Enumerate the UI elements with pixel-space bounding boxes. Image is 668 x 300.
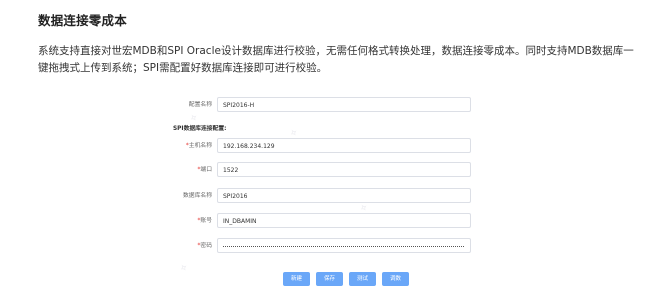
password-row: *密码: [160, 238, 490, 254]
account-label: *账号: [197, 218, 212, 224]
port-label: *端口: [197, 167, 212, 173]
page-title: 数据连接零成本: [38, 13, 127, 28]
port-row: *端口 1522: [160, 162, 490, 178]
test-button[interactable]: 测试: [349, 272, 376, 286]
config-name-row: 配置名称 SPI2016-H: [160, 97, 490, 113]
new-button[interactable]: 新建: [283, 272, 310, 286]
connection-config-panel: ✧ ✧ ✧ ✧ ✧ ✧ ✧ 配置名称 SPI2016-H SPI数据库连接配置:…: [160, 93, 490, 295]
account-input[interactable]: IN_DBAMIN: [217, 213, 471, 228]
config-name-label: 配置名称: [188, 102, 212, 108]
section-title: SPI数据库连接配置:: [173, 126, 227, 132]
config-name-input[interactable]: SPI2016-H: [217, 97, 471, 112]
db-name-label: 数据库名称: [183, 193, 212, 199]
password-label: *密码: [197, 243, 212, 249]
button-group: 新建 保存 测试 调数: [283, 265, 415, 286]
db-name-input[interactable]: SPI2016: [217, 188, 471, 203]
host-row: *主机名称 192.168.234.129: [160, 138, 490, 154]
port-input[interactable]: 1522: [217, 162, 471, 177]
account-row: *账号 IN_DBAMIN: [160, 213, 490, 229]
debug-button[interactable]: 调数: [382, 272, 409, 286]
host-input[interactable]: 192.168.234.129: [217, 138, 471, 153]
password-mask: [223, 246, 464, 247]
host-label: *主机名称: [185, 143, 212, 149]
watermark-icon: ✧: [177, 261, 191, 276]
db-name-row: 数据库名称 SPI2016: [160, 188, 490, 204]
password-input[interactable]: [217, 238, 471, 253]
page-description: 系统支持直接对世宏MDB和SPI Oracle设计数据库进行校验，无需任何格式转…: [38, 45, 634, 74]
save-button[interactable]: 保存: [316, 272, 343, 286]
